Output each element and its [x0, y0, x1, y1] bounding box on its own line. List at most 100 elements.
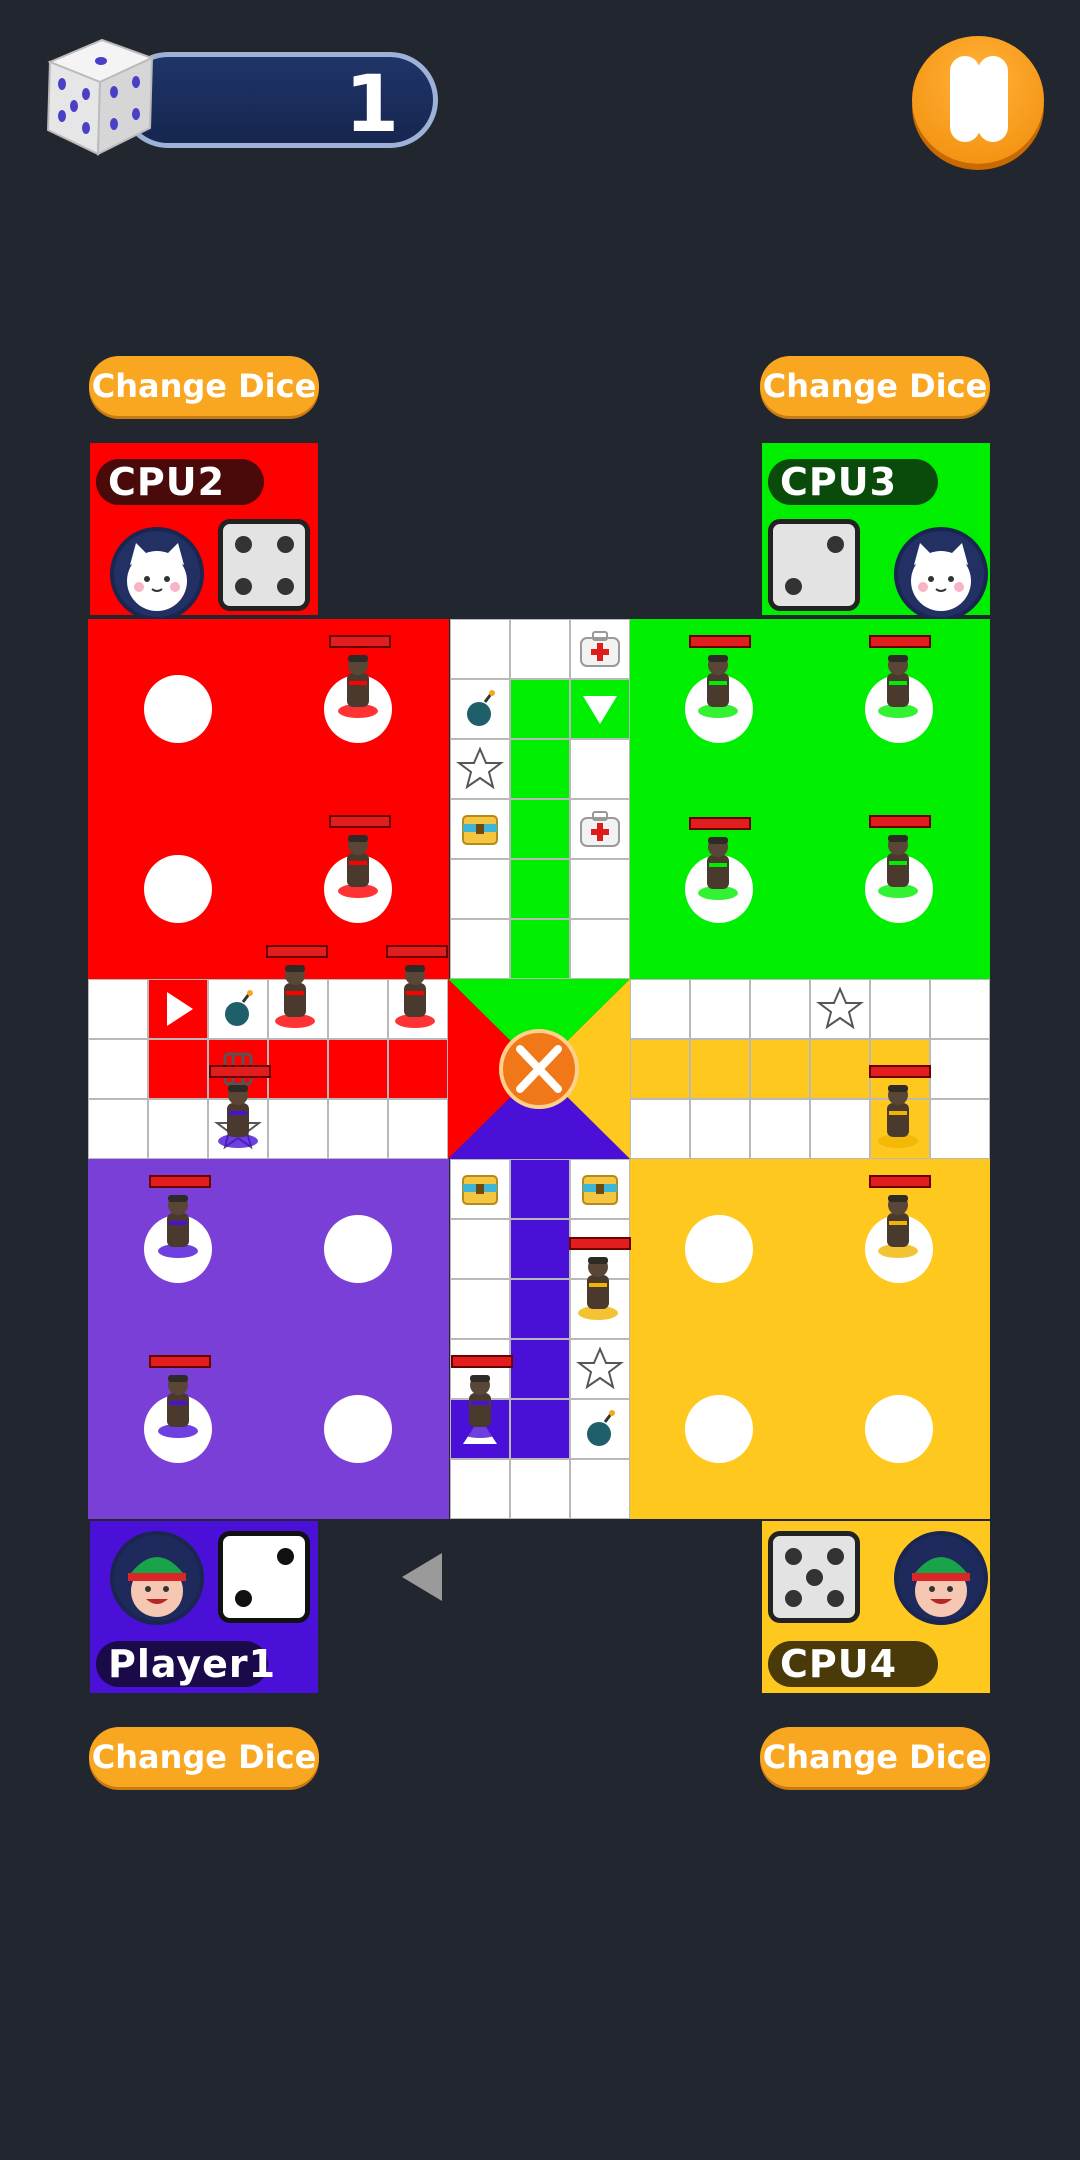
board-cell[interactable]	[930, 979, 990, 1039]
board-cell[interactable]	[810, 1099, 870, 1159]
board-cell[interactable]	[510, 679, 570, 739]
change-dice-button-cpu3[interactable]: Change Dice	[760, 356, 990, 416]
home-red	[88, 619, 449, 979]
board-cell[interactable]	[510, 1279, 570, 1339]
purple-soldier-token[interactable]	[155, 1189, 201, 1259]
home-spot[interactable]	[324, 1215, 392, 1283]
board-cell[interactable]	[88, 1039, 148, 1099]
pause-button[interactable]	[912, 36, 1044, 164]
board-cell[interactable]	[510, 1399, 570, 1459]
board-cell[interactable]	[630, 979, 690, 1039]
board-cell[interactable]	[750, 979, 810, 1039]
dice-five-icon[interactable]	[40, 32, 160, 160]
change-dice-button-cpu4[interactable]: Change Dice	[760, 1727, 990, 1787]
purple-soldier-token[interactable]	[155, 1369, 201, 1439]
board-cell[interactable]	[570, 1459, 630, 1519]
board-cell[interactable]	[510, 739, 570, 799]
board-cell[interactable]	[388, 1039, 448, 1099]
green-soldier-token[interactable]	[875, 649, 921, 719]
change-dice-button-cpu2[interactable]: Change Dice	[89, 356, 319, 416]
cat-avatar	[894, 527, 988, 621]
board-cell[interactable]	[510, 1339, 570, 1399]
board-cell[interactable]	[630, 1099, 690, 1159]
board-cell[interactable]	[268, 1099, 328, 1159]
red-soldier-token[interactable]	[272, 959, 318, 1029]
home-spot[interactable]	[865, 1395, 933, 1463]
board-cell[interactable]	[510, 619, 570, 679]
board-cell[interactable]	[450, 859, 510, 919]
health-bar	[869, 1175, 931, 1188]
panel-cpu2: CPU2	[90, 443, 318, 621]
board-cell[interactable]	[750, 1099, 810, 1159]
cat-avatar	[110, 527, 204, 621]
board-cell[interactable]	[570, 859, 630, 919]
board-cell[interactable]	[690, 1099, 750, 1159]
green-soldier-token[interactable]	[695, 831, 741, 901]
yellow-soldier-token[interactable]	[575, 1251, 621, 1321]
board-cell[interactable]	[88, 979, 148, 1039]
board-cell[interactable]	[690, 979, 750, 1039]
board-cell[interactable]	[450, 619, 510, 679]
home-spot[interactable]	[685, 1395, 753, 1463]
bomb-icon	[467, 690, 495, 726]
board-cell[interactable]	[328, 1099, 388, 1159]
star-icon	[456, 746, 504, 790]
board-cell[interactable]	[510, 1459, 570, 1519]
green-soldier-token[interactable]	[695, 649, 741, 719]
home-spot[interactable]	[685, 1215, 753, 1283]
board-cell[interactable]	[510, 919, 570, 979]
home-spot[interactable]	[144, 855, 212, 923]
elf-avatar	[894, 1531, 988, 1625]
red-soldier-token[interactable]	[335, 649, 381, 719]
panel-player1: Player1	[90, 1521, 318, 1693]
board-cell[interactable]	[930, 1039, 990, 1099]
board-cell[interactable]	[450, 1459, 510, 1519]
down-arrow-icon	[583, 696, 617, 724]
red-soldier-token[interactable]	[335, 829, 381, 899]
home-spot[interactable]	[144, 675, 212, 743]
purple-soldier-token[interactable]	[457, 1369, 503, 1439]
board-cell[interactable]	[510, 1159, 570, 1219]
center-goal	[448, 979, 630, 1159]
board-cell[interactable]	[930, 1099, 990, 1159]
bomb-icon	[587, 1410, 615, 1446]
change-dice-button-player1[interactable]: Change Dice	[89, 1727, 319, 1787]
health-bar	[329, 635, 391, 648]
board-cell[interactable]	[268, 1039, 328, 1099]
board-cell[interactable]	[450, 919, 510, 979]
board-cell[interactable]	[510, 799, 570, 859]
purple-soldier-token[interactable]	[215, 1079, 261, 1149]
board-cell[interactable]	[328, 1039, 388, 1099]
health-bar	[386, 945, 448, 958]
board-cell[interactable]	[148, 1039, 208, 1099]
green-soldier-token[interactable]	[875, 829, 921, 899]
board-cell[interactable]	[510, 1219, 570, 1279]
board-cell[interactable]	[750, 1039, 810, 1099]
health-bar	[869, 635, 931, 648]
board-cell[interactable]	[690, 1039, 750, 1099]
treasure-chest-icon	[582, 1175, 618, 1205]
home-purple	[88, 1159, 449, 1519]
board-cell[interactable]	[450, 1219, 510, 1279]
board-cell[interactable]	[630, 1039, 690, 1099]
board-cell[interactable]	[148, 1099, 208, 1159]
health-bar	[329, 815, 391, 828]
board-cell[interactable]	[388, 1099, 448, 1159]
die-player1[interactable]	[218, 1531, 310, 1623]
medkit-icon	[580, 631, 620, 667]
board-cell[interactable]	[570, 919, 630, 979]
board-cell[interactable]	[328, 979, 388, 1039]
health-bar	[569, 1237, 631, 1250]
yellow-soldier-token[interactable]	[875, 1079, 921, 1149]
red-soldier-token[interactable]	[392, 959, 438, 1029]
board-cell[interactable]	[450, 1279, 510, 1339]
home-spot[interactable]	[324, 1395, 392, 1463]
health-bar	[689, 817, 751, 830]
ludo-board	[88, 619, 990, 1519]
board-cell[interactable]	[870, 979, 930, 1039]
board-cell[interactable]	[570, 739, 630, 799]
board-cell[interactable]	[510, 859, 570, 919]
board-cell[interactable]	[810, 1039, 870, 1099]
yellow-soldier-token[interactable]	[875, 1189, 921, 1259]
board-cell[interactable]	[88, 1099, 148, 1159]
